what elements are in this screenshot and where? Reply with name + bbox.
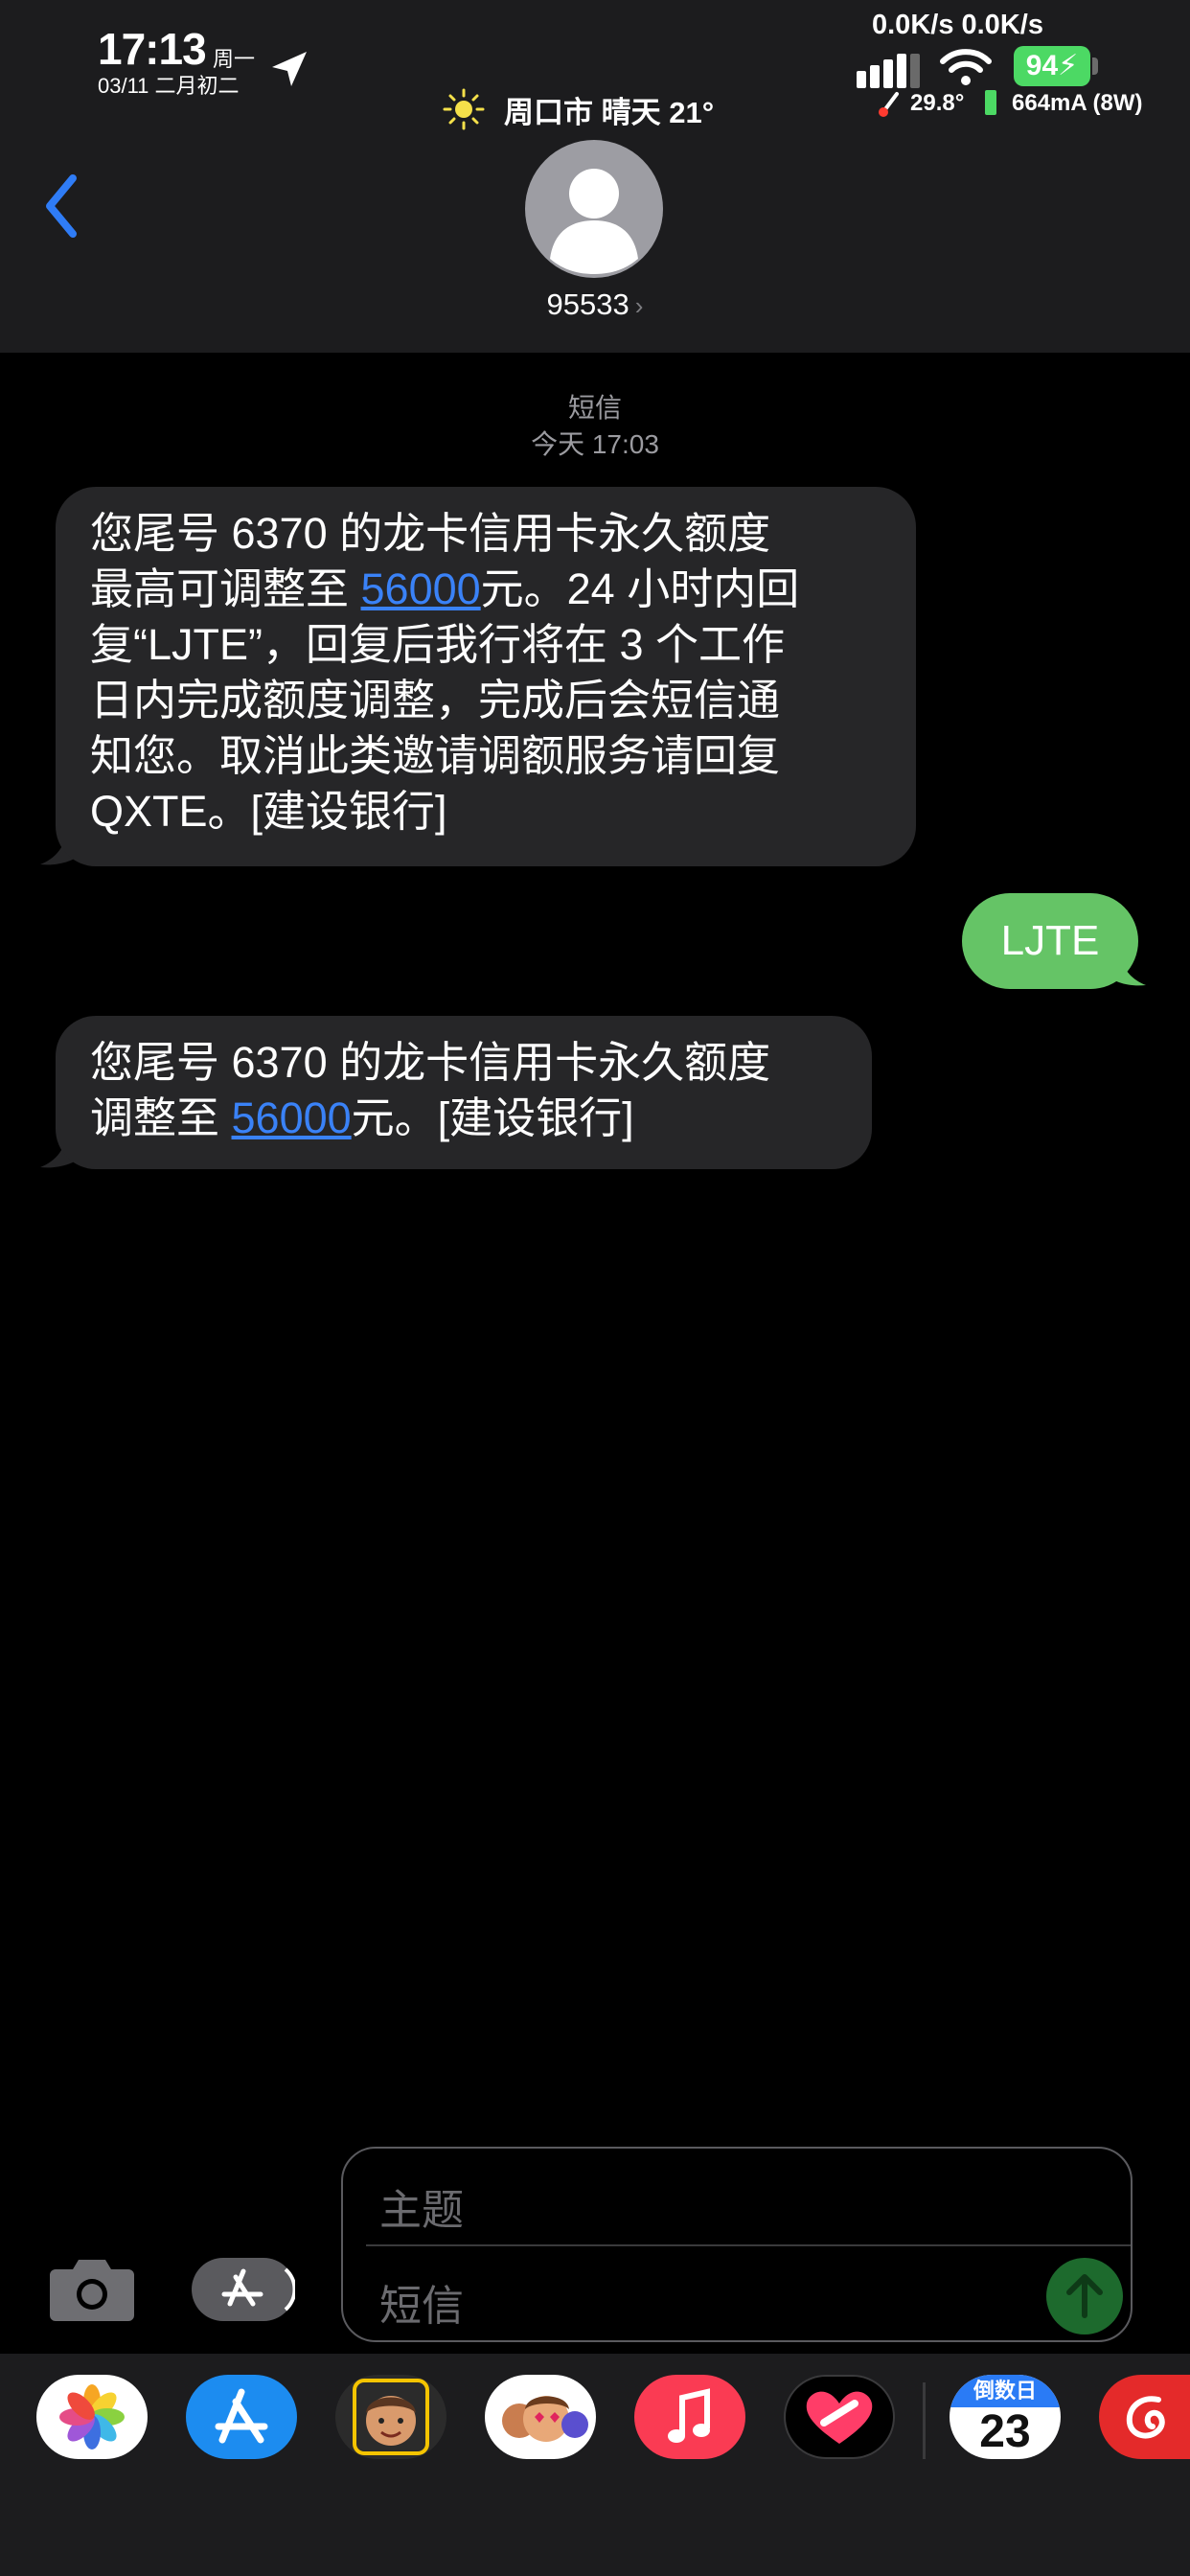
device-temperature: 29.8°	[910, 90, 965, 116]
message-line: QXTE。[建设银行]	[90, 787, 447, 836]
status-date: 03/11 二月初二	[98, 74, 240, 98]
message-line: 日内完成额度调整，完成后会短信通	[90, 676, 781, 724]
cellular-signal-icon	[857, 54, 920, 88]
message-field[interactable]: 短信	[379, 2271, 464, 2333]
battery-level: 94	[1025, 50, 1059, 81]
app-store-a-icon	[215, 2388, 268, 2444]
app-store-icon	[221, 2267, 297, 2312]
memoji-stickers-app[interactable]	[485, 2375, 596, 2459]
memoji-stickers-icon	[502, 2396, 588, 2442]
message-timestamp: 今天 17:03	[531, 429, 659, 459]
incoming-message-bubble[interactable]: 您尾号 6370 的龙卡信用卡永久额度 最高可调整至 56000元。24 小时内…	[56, 487, 916, 866]
message-line: 最高可调整至 56000元。24 小时内回	[90, 562, 883, 617]
contact-number: 95533	[546, 288, 629, 321]
memoji-face-icon	[353, 2379, 429, 2455]
message-line: 复“LJTE”，回复后我行将在 3 个工作	[90, 620, 786, 669]
app-store-app[interactable]	[186, 2375, 297, 2459]
battery-small-icon	[985, 90, 996, 115]
send-button[interactable]	[1046, 2258, 1123, 2334]
photos-app[interactable]	[36, 2375, 148, 2459]
contact-avatar[interactable]	[525, 140, 663, 278]
message-text: 调整至	[90, 1093, 232, 1142]
person-silhouette-icon	[550, 169, 638, 274]
photos-icon	[59, 2384, 125, 2450]
netease-music-app[interactable]	[1099, 2375, 1190, 2459]
contact-name[interactable]: 95533 ›	[0, 288, 1190, 322]
music-note-icon	[668, 2388, 710, 2443]
camera-icon[interactable]	[48, 2254, 136, 2323]
network-speed: 0.0K/s 0.0K/s	[872, 10, 1043, 40]
dock-divider	[923, 2382, 926, 2459]
netease-music-icon	[1126, 2396, 1165, 2439]
message-line: 您尾号 6370 的龙卡信用卡永久额度	[90, 509, 771, 558]
incoming-message-bubble[interactable]: 您尾号 6370 的龙卡信用卡永久额度 调整至 56000元。[建设银行]	[56, 1016, 872, 1169]
message-text: 最高可调整至	[90, 564, 361, 613]
composer-divider	[366, 2244, 1131, 2246]
status-time: 17:13	[98, 24, 207, 74]
charging-power: 664mA (8W)	[1012, 90, 1143, 116]
wifi-icon	[940, 49, 992, 85]
fitness-app[interactable]	[784, 2375, 895, 2459]
amount-link[interactable]: 56000	[361, 564, 481, 613]
amount-link[interactable]: 56000	[232, 1093, 352, 1142]
back-chevron-icon[interactable]	[42, 172, 84, 240]
message-line: 您尾号 6370 的龙卡信用卡永久额度	[90, 1038, 771, 1087]
outgoing-message-bubble[interactable]: LJTE	[962, 893, 1138, 989]
location-arrow-icon	[272, 52, 307, 86]
countdown-label: 倒数日	[950, 2375, 1061, 2407]
message-text: 元。24 小时内回	[480, 564, 800, 613]
battery-cap	[1092, 58, 1098, 75]
battery-indicator: 94⚡	[1014, 46, 1090, 86]
message-composer[interactable]: 主题 短信	[341, 2147, 1133, 2342]
contact-chevron-icon: ›	[634, 291, 644, 320]
countdown-app[interactable]: 倒数日 23	[950, 2375, 1061, 2459]
service-label: 短信	[567, 393, 622, 423]
thermometer-icon	[879, 92, 899, 117]
countdown-number: 23	[979, 2406, 1031, 2457]
message-line: 调整至 56000元。[建设银行]	[90, 1091, 839, 1146]
message-text: 元。[建设银行]	[351, 1093, 634, 1142]
message-text: LJTE	[1000, 917, 1100, 964]
sun-icon	[443, 88, 485, 130]
weather-label: 周口市 晴天 21°	[504, 96, 715, 129]
subject-field[interactable]: 主题	[379, 2175, 464, 2237]
heart-icon	[806, 2391, 873, 2444]
arrow-up-icon	[1066, 2274, 1103, 2318]
message-line: 知您。取消此类邀请调额服务请回复	[90, 731, 781, 780]
app-store-drawer-button[interactable]	[192, 2258, 297, 2321]
memoji-app[interactable]	[335, 2375, 446, 2459]
music-app[interactable]	[634, 2375, 745, 2459]
